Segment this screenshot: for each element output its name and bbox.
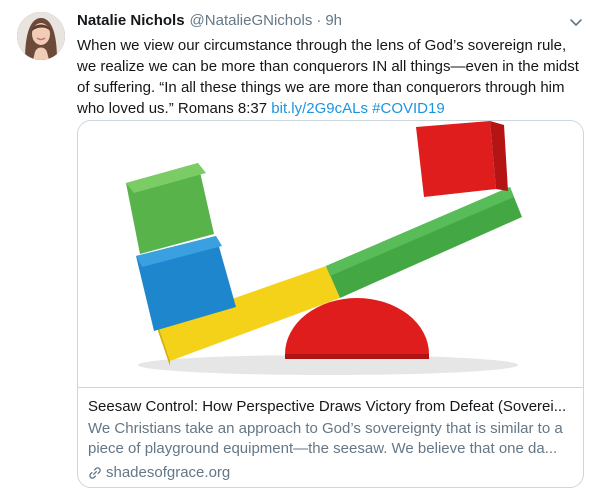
link-icon [89, 467, 101, 479]
avatar[interactable] [17, 12, 65, 60]
chevron-down-icon[interactable] [566, 12, 586, 32]
card-description: We Christians take an approach to God’s … [88, 420, 563, 457]
card-text: Seesaw Control: How Perspective Draws Vi… [88, 397, 573, 483]
link-card[interactable]: Seesaw Control: How Perspective Draws Vi… [77, 120, 584, 488]
tweet-header: Natalie Nichols @NatalieGNichols · 9h [77, 12, 342, 34]
card-title[interactable]: Seesaw Control: How Perspective Draws Vi… [88, 397, 573, 417]
timestamp[interactable]: 9h [325, 12, 342, 29]
card-domain-text: shadesofgrace.org [106, 464, 231, 481]
card-domain: shadesofgrace.org [88, 463, 573, 483]
author-name[interactable]: Natalie Nichols [77, 12, 185, 29]
separator-dot: · [316, 12, 322, 29]
card-image [78, 121, 583, 388]
tweet-text: When we view our circumstance through th… [77, 35, 582, 119]
tweet[interactable]: Natalie Nichols @NatalieGNichols · 9h Wh… [0, 0, 602, 498]
hashtag[interactable]: #COVID19 [372, 100, 445, 117]
author-handle[interactable]: @NatalieGNichols [190, 12, 313, 29]
tweet-link[interactable]: bit.ly/2G9cALs [271, 100, 368, 117]
